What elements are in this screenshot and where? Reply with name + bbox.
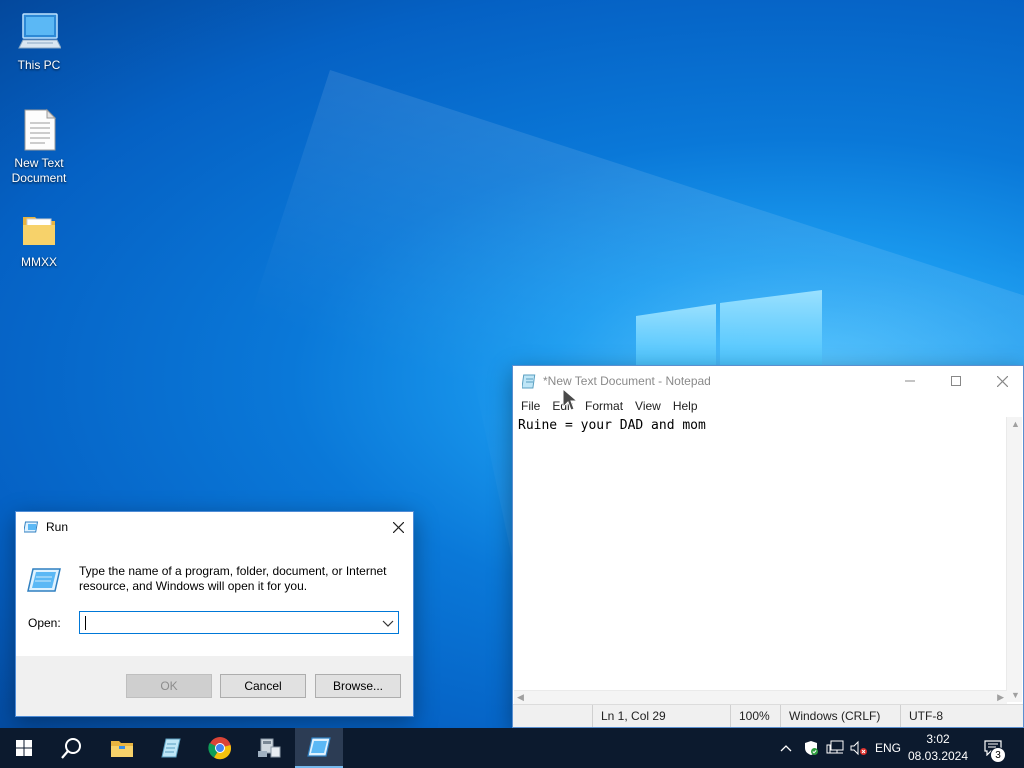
taskbar-file-explorer[interactable] <box>98 728 146 768</box>
notepad-menu-bar: File Edit Format View Help <box>513 396 1023 416</box>
browse-button[interactable]: Browse... <box>315 674 401 698</box>
open-combobox[interactable] <box>79 611 399 634</box>
minimize-icon <box>905 380 915 382</box>
cancel-button[interactable]: Cancel <box>220 674 306 698</box>
notepad-title-bar[interactable]: *New Text Document - Notepad <box>513 366 1023 396</box>
taskbar-network-tool[interactable] <box>245 728 293 768</box>
horizontal-scrollbar[interactable]: ◀ ▶ <box>514 690 1007 704</box>
status-cursor-position: Ln 1, Col 29 <box>592 705 730 727</box>
file-explorer-icon <box>111 741 133 757</box>
start-icon <box>16 740 32 756</box>
mouse-pointer-icon <box>562 388 579 411</box>
scroll-down-arrow-icon[interactable]: ▼ <box>1011 690 1020 700</box>
volume-tray[interactable] <box>848 728 870 768</box>
notepad-status-bar: Ln 1, Col 29 100% Windows (CRLF) UTF-8 <box>513 704 1023 727</box>
open-label: Open: <box>28 616 61 630</box>
close-button[interactable] <box>383 512 413 542</box>
minimize-button[interactable] <box>887 366 933 396</box>
computer-icon <box>18 13 61 49</box>
dialog-title: Run <box>46 520 69 534</box>
chevron-up-icon <box>780 745 792 752</box>
ok-button[interactable]: OK <box>126 674 212 698</box>
run-program-icon <box>27 568 61 592</box>
run-dialog[interactable]: Run Type the name of a program, folder, … <box>15 511 414 717</box>
security-shield-icon <box>805 741 818 755</box>
desktop-icon-label: This PC <box>17 58 61 72</box>
folder-icon <box>23 217 55 245</box>
taskbar-notepad[interactable] <box>147 728 195 768</box>
clock[interactable]: 3:02 08.03.2024 <box>896 731 980 765</box>
network-tool-icon <box>258 738 281 758</box>
close-icon <box>392 521 404 533</box>
notification-count-badge: 3 <box>990 747 1006 763</box>
notepad-icon <box>161 738 181 758</box>
desktop-icon-this-pc[interactable]: This PC <box>0 10 78 73</box>
menu-file[interactable]: File <box>515 396 546 416</box>
status-zoom: 100% <box>730 705 780 727</box>
status-line-ending: Windows (CRLF) <box>780 705 900 727</box>
start-button[interactable] <box>0 728 48 768</box>
desktop-icon-mmxx-folder[interactable]: MMXX <box>0 207 78 270</box>
maximize-icon <box>951 376 961 386</box>
taskbar-chrome[interactable] <box>196 728 244 768</box>
menu-format[interactable]: Format <box>579 396 629 416</box>
desktop-icon-label: New Text Document <box>11 156 67 185</box>
network-icon <box>826 740 844 754</box>
network-tray[interactable] <box>824 728 846 768</box>
menu-help[interactable]: Help <box>667 396 704 416</box>
run-description: Type the name of a program, folder, docu… <box>79 564 387 593</box>
window-title: *New Text Document - Notepad <box>543 374 711 388</box>
clock-date: 08.03.2024 <box>907 749 969 763</box>
run-icon <box>24 521 39 533</box>
clock-time: 3:02 <box>926 732 950 746</box>
windows-security-tray[interactable] <box>800 728 822 768</box>
taskbar: ENG 3:02 08.03.2024 <box>0 728 1024 768</box>
close-button[interactable] <box>979 366 1024 396</box>
vertical-scrollbar[interactable]: ▲ ▼ <box>1006 417 1022 702</box>
run-title-bar[interactable]: Run <box>16 512 413 542</box>
volume-muted-icon <box>850 740 867 756</box>
scroll-up-arrow-icon[interactable]: ▲ <box>1011 419 1020 429</box>
taskbar-run[interactable] <box>295 728 343 768</box>
scroll-right-arrow-icon[interactable]: ▶ <box>997 692 1004 703</box>
search-button[interactable] <box>48 728 96 768</box>
close-icon <box>996 375 1008 387</box>
maximize-button[interactable] <box>933 366 979 396</box>
status-encoding: UTF-8 <box>900 705 1020 727</box>
search-icon <box>61 738 81 759</box>
show-hidden-icons-button[interactable] <box>776 728 796 768</box>
scroll-left-arrow-icon[interactable]: ◀ <box>517 692 524 703</box>
text-document-icon <box>24 108 57 151</box>
chrome-icon <box>208 737 232 760</box>
notepad-text-area[interactable]: Ruine = your DAD and mom <box>514 417 1007 690</box>
chevron-down-icon[interactable] <box>382 616 394 630</box>
menu-view[interactable]: View <box>629 396 667 416</box>
text-caret <box>85 616 86 630</box>
notepad-window[interactable]: *New Text Document - Notepad File Edit F… <box>512 365 1024 728</box>
run-icon <box>307 737 331 757</box>
notepad-icon <box>522 374 536 389</box>
windows-logo-wallpaper <box>636 290 822 370</box>
desktop-icon-new-text-document[interactable]: New Text Document <box>0 108 78 186</box>
desktop-icon-label: MMXX <box>21 255 57 269</box>
run-dialog-body: Type the name of a program, folder, docu… <box>16 542 413 656</box>
